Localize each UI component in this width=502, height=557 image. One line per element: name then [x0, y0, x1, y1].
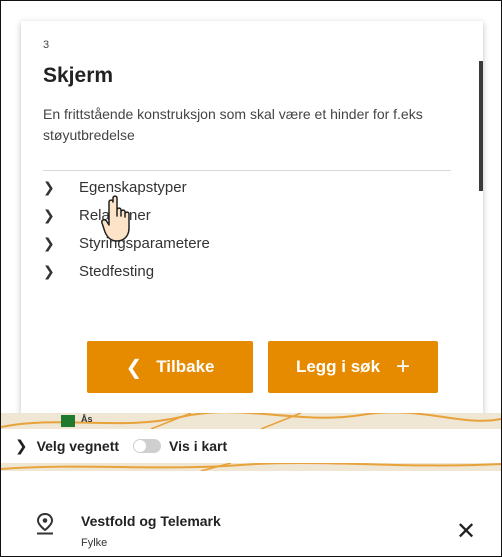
object-description: En frittstående konstruksjon som skal væ… — [43, 106, 423, 143]
map-background[interactable]: Ås — [1, 413, 501, 429]
selected-area-row: Vestfold og Telemark Fylke ✕ — [1, 471, 501, 556]
area-name: Vestfold og Telemark — [81, 513, 221, 529]
add-to-search-button[interactable]: Legg i søk + — [268, 341, 438, 393]
area-type: Fylke — [81, 537, 108, 549]
back-button[interactable]: ❮ Tilbake — [87, 341, 253, 393]
section-label: Egenskapstyper — [79, 178, 187, 196]
add-button-label: Legg i søk — [295, 357, 381, 376]
road-network-label[interactable]: Velg vegnett — [37, 438, 119, 454]
location-pin-icon — [36, 513, 54, 535]
object-number: 3 — [43, 39, 50, 51]
object-title: Skjerm — [43, 64, 114, 87]
chevron-right-icon[interactable]: ❯ — [15, 437, 28, 455]
object-detail-panel: 3 Skjerm En frittstående konstruksjon so… — [21, 21, 483, 414]
road-network-row: ❯ Velg vegnett Vis i kart — [1, 429, 501, 463]
map-roads — [1, 463, 501, 471]
back-button-label: Tilbake — [156, 357, 215, 376]
chevron-right-icon: ❯ — [43, 234, 55, 251]
plus-icon: + — [396, 353, 411, 380]
chevron-right-icon: ❯ — [43, 262, 55, 279]
map-background[interactable] — [1, 463, 501, 471]
close-icon[interactable]: ✕ — [456, 517, 476, 546]
section-label: Styringsparametere — [79, 234, 210, 252]
map-place-label: Ås — [81, 414, 93, 424]
show-in-map-label: Vis i kart — [169, 438, 228, 454]
section-stedfesting[interactable]: ❯ Stedfesting — [43, 257, 463, 285]
show-in-map-toggle[interactable] — [133, 439, 162, 453]
divider — [43, 170, 451, 171]
panel-scrollbar[interactable] — [479, 61, 483, 191]
hand-cursor-icon — [101, 195, 130, 242]
chevron-left-icon: ❮ — [125, 356, 143, 379]
chevron-right-icon: ❯ — [43, 178, 55, 195]
toggle-knob — [134, 440, 147, 452]
app-window: 3 Skjerm En frittstående konstruksjon so… — [0, 0, 502, 557]
chevron-right-icon: ❯ — [43, 206, 55, 223]
map-roads — [1, 413, 501, 429]
section-label: Stedfesting — [79, 262, 155, 280]
